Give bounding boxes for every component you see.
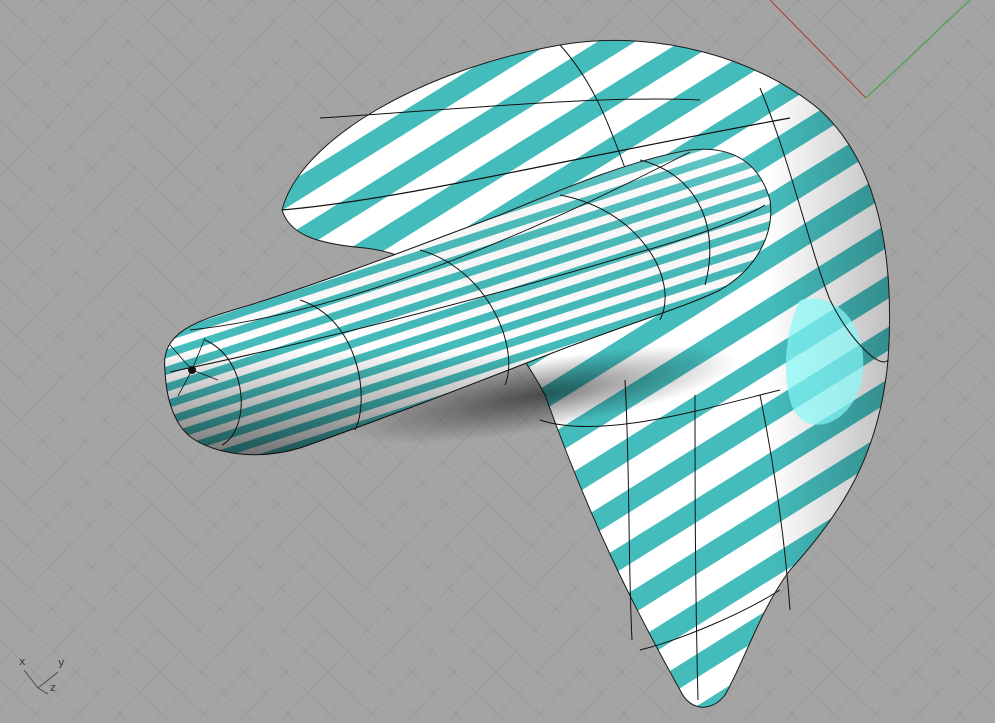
viewport-scene[interactable] [0, 0, 995, 723]
world-x-axis [769, 0, 867, 99]
axis-gizmo: x y z [10, 656, 70, 701]
grid-line [881, 0, 995, 109]
grid-line [0, 0, 43, 45]
grid-line [923, 0, 995, 69]
axis-x-label: x [19, 655, 26, 668]
axis-y-label: y [58, 656, 65, 669]
grid-line [0, 0, 169, 178]
world-y-axis [865, 0, 971, 99]
axis-z-label: z [50, 681, 56, 694]
perspective-viewport[interactable]: x y z [0, 0, 995, 723]
grid-line [908, 631, 995, 723]
